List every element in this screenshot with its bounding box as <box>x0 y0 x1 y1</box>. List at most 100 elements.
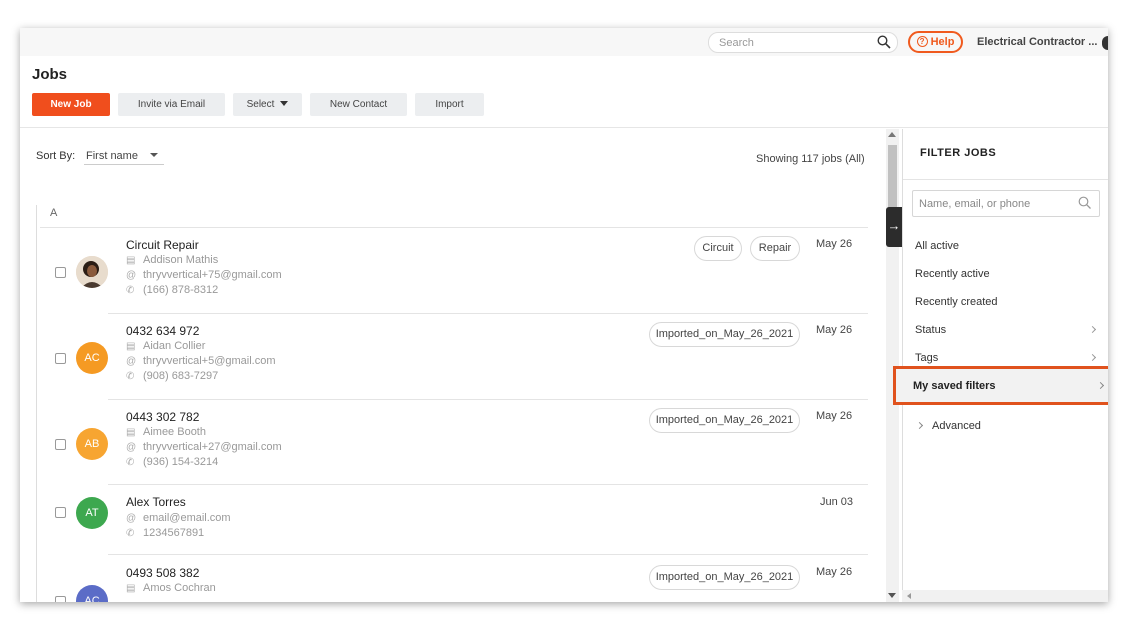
new-job-button[interactable]: New Job <box>32 93 110 116</box>
contact-email: @ email@email.com <box>126 512 231 524</box>
contact-card-icon: ▤ <box>126 583 136 594</box>
select-label: Select <box>246 99 275 110</box>
phone-icon: ✆ <box>126 371 135 382</box>
phone-icon: ✆ <box>126 285 135 296</box>
job-date: May 26 <box>816 238 853 250</box>
contact-phone: ✆ (908) 683-7297 <box>126 370 219 382</box>
job-title[interactable]: Circuit Repair <box>126 238 199 252</box>
job-title[interactable]: 0443 302 782 <box>126 410 199 424</box>
filter-my-saved-filters[interactable]: My saved filters <box>893 366 1108 405</box>
contact-name: ▤ Addison Mathis <box>126 254 219 266</box>
tag-chip[interactable]: Imported_on_May_26_2021 <box>649 322 800 347</box>
caret-down-icon <box>150 153 158 157</box>
filter-recently-created[interactable]: Recently created <box>915 296 998 308</box>
results-count: Showing 117 jobs (All) <box>756 153 865 165</box>
contact-name: ▤ Amos Cochran <box>126 582 216 594</box>
filter-advanced[interactable]: Advanced <box>932 420 981 432</box>
filter-search-input[interactable]: Name, email, or phone <box>912 190 1100 217</box>
avatar: AC <box>76 342 108 374</box>
contact-email: @ thryvvertical+27@gmail.com <box>126 441 282 453</box>
filter-all-active[interactable]: All active <box>915 240 959 252</box>
tag-chip[interactable]: Circuit <box>694 236 742 261</box>
contact-card-icon: ▤ <box>126 427 136 438</box>
tag-chip[interactable]: Repair <box>750 236 800 261</box>
account-avatar[interactable] <box>1102 36 1108 50</box>
job-title[interactable]: 0493 508 382 <box>126 566 199 580</box>
job-date: May 26 <box>816 324 853 336</box>
search-icon <box>1078 196 1091 209</box>
scroll-up-arrow-icon[interactable] <box>888 132 896 137</box>
contact-phone: ✆ (936) 154-3214 <box>126 456 219 468</box>
row-checkbox[interactable] <box>55 439 66 450</box>
sort-select[interactable]: First name <box>84 145 164 165</box>
select-dropdown-button[interactable]: Select <box>233 93 302 116</box>
table-row[interactable]: AC 0493 508 382 ▤ Amos Cochran Imported_o… <box>40 555 868 602</box>
row-checkbox[interactable] <box>55 507 66 518</box>
table-row[interactable]: AC 0432 634 972 ▤ Aidan Collier @ thryvver… <box>40 314 868 400</box>
filter-recently-active[interactable]: Recently active <box>915 268 990 280</box>
job-date: Jun 03 <box>820 496 854 508</box>
top-bar: Search ? Help Electrical Contractor ... <box>20 28 1108 56</box>
page-title: Jobs <box>32 66 68 83</box>
at-icon: @ <box>126 356 137 367</box>
sort-value: First name <box>86 150 138 162</box>
contact-name: ▤ Aidan Collier <box>126 340 206 352</box>
chevron-right-icon <box>1088 325 1097 334</box>
help-button[interactable]: ? Help <box>908 31 963 53</box>
row-checkbox[interactable] <box>55 596 66 602</box>
chevron-right-icon <box>1096 381 1105 390</box>
contact-phone: ✆ 1234567891 <box>126 527 205 539</box>
global-search-input[interactable]: Search <box>708 32 898 53</box>
contact-name: ▤ Aimee Booth <box>126 426 206 438</box>
tag-chip[interactable]: Imported_on_May_26_2021 <box>649 565 800 590</box>
at-icon: @ <box>126 442 137 453</box>
group-letter: A <box>50 207 58 219</box>
job-date: May 26 <box>816 410 853 422</box>
person-photo-icon <box>76 256 108 288</box>
contact-email: @ thryvvertical+75@gmail.com <box>126 269 282 281</box>
job-title[interactable]: 0432 634 972 <box>126 324 199 338</box>
filter-panel-title: FILTER JOBS <box>920 147 997 159</box>
scroll-left-arrow-icon[interactable] <box>907 593 911 599</box>
contact-card-icon: ▤ <box>126 341 136 352</box>
panel-horizontal-scrollbar[interactable] <box>902 590 1108 602</box>
invite-via-email-button[interactable]: Invite via Email <box>118 93 225 116</box>
tag-chip[interactable]: Imported_on_May_26_2021 <box>649 408 800 433</box>
row-checkbox[interactable] <box>55 353 66 364</box>
arrow-right-icon: → <box>887 218 901 233</box>
filter-status[interactable]: Status <box>915 324 946 336</box>
table-row[interactable]: Circuit Repair ▤ Addison Mathis @ thryvver… <box>40 228 868 314</box>
phone-icon: ✆ <box>126 457 135 468</box>
caret-down-icon <box>280 101 289 106</box>
page-header: Jobs New Job Invite via Email Select New… <box>20 56 1108 128</box>
phone-icon: ✆ <box>126 528 135 539</box>
chevron-right-icon <box>1088 353 1097 362</box>
row-checkbox[interactable] <box>55 267 66 278</box>
scroll-down-arrow-icon[interactable] <box>888 593 896 598</box>
table-row[interactable]: AB 0443 302 782 ▤ Aimee Booth @ thryvverti… <box>40 400 868 485</box>
at-icon: @ <box>126 270 137 281</box>
import-button[interactable]: Import <box>415 93 484 116</box>
avatar: AB <box>76 428 108 460</box>
at-icon: @ <box>126 513 137 524</box>
jobs-list: Sort By: First name Showing 117 jobs (Al… <box>20 129 888 602</box>
group-line <box>36 205 37 602</box>
help-label: Help <box>930 36 955 48</box>
job-title[interactable]: Alex Torres <box>126 495 186 509</box>
new-contact-button[interactable]: New Contact <box>310 93 407 116</box>
filter-tags[interactable]: Tags <box>915 352 938 364</box>
divider <box>903 179 1108 180</box>
avatar <box>76 256 108 288</box>
saved-filters-label: My saved filters <box>913 380 996 392</box>
job-date: May 26 <box>816 566 853 578</box>
avatar: AT <box>76 497 108 529</box>
app-window: Search ? Help Electrical Contractor ... J… <box>20 28 1108 602</box>
table-row[interactable]: AT Alex Torres @ email@email.com ✆ 1234567… <box>40 485 868 555</box>
collapse-filter-panel-button[interactable]: → <box>886 207 902 247</box>
account-name[interactable]: Electrical Contractor ... <box>977 36 1097 48</box>
sort-label: Sort By: <box>36 150 76 162</box>
search-icon[interactable] <box>877 35 891 49</box>
contact-card-icon: ▤ <box>126 255 136 266</box>
avatar: AC <box>76 585 108 602</box>
contact-email: @ thryvvertical+5@gmail.com <box>126 355 276 367</box>
